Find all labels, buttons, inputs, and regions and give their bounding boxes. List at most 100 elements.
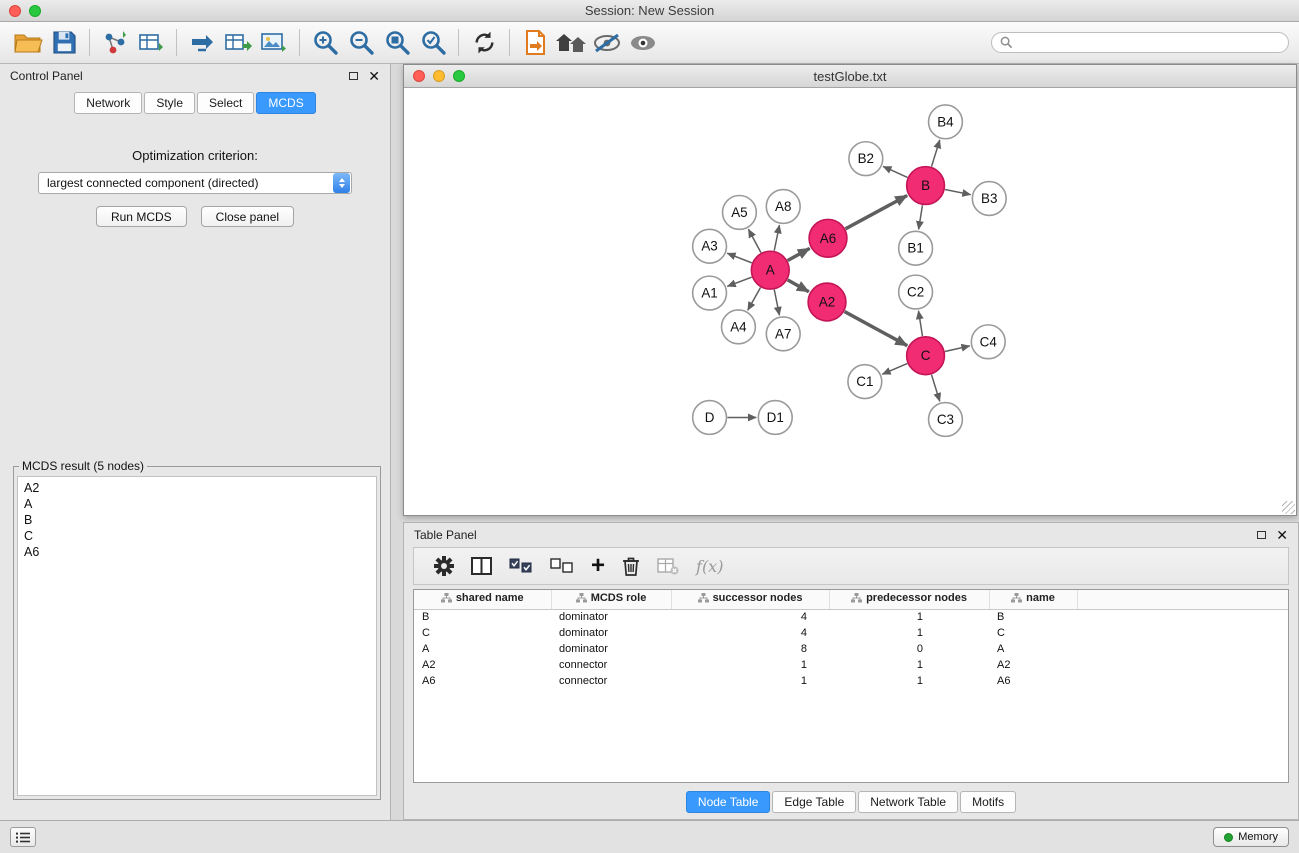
table-cell[interactable]: connector: [551, 657, 671, 673]
table-cell[interactable]: A2: [414, 657, 551, 673]
tab-mcds[interactable]: MCDS: [256, 92, 315, 114]
export-network-icon[interactable]: [184, 27, 220, 59]
graph-node-B2[interactable]: B2: [849, 142, 883, 176]
select-all-rows-icon[interactable]: [509, 552, 533, 580]
tab-network-table[interactable]: Network Table: [858, 791, 958, 813]
table-cell[interactable]: C: [989, 625, 1077, 641]
import-table-icon[interactable]: [133, 27, 169, 59]
graph-node-B[interactable]: B: [907, 167, 945, 205]
graph-edge-C-C2[interactable]: [918, 311, 922, 336]
tab-motifs[interactable]: Motifs: [960, 791, 1016, 813]
table-cell[interactable]: 1: [829, 673, 989, 689]
table-row[interactable]: A2connector11A2: [414, 657, 1288, 673]
graph-node-B3[interactable]: B3: [972, 182, 1006, 216]
table-cell[interactable]: 0: [829, 641, 989, 657]
mcds-result-item[interactable]: A: [24, 496, 370, 512]
delete-column-icon[interactable]: [622, 552, 640, 580]
network-canvas[interactable]: B4B2BB3A5A8A6B1A3AC2A1A2A4A7C4CC1C3DD1: [405, 89, 1295, 514]
graph-edge-A-A3[interactable]: [727, 253, 752, 263]
tab-network[interactable]: Network: [74, 92, 142, 114]
graph-edge-C-C3[interactable]: [932, 375, 940, 402]
node-table-container[interactable]: shared nameMCDS rolesuccessor nodesprede…: [413, 589, 1289, 783]
table-cell[interactable]: B: [414, 609, 551, 625]
table-row[interactable]: Adominator80A: [414, 641, 1288, 657]
search-box[interactable]: [991, 32, 1289, 53]
graph-edge-B-B3[interactable]: [945, 190, 971, 195]
table-cell[interactable]: 1: [829, 657, 989, 673]
tab-style[interactable]: Style: [144, 92, 195, 114]
column-header-mcds-role[interactable]: MCDS role: [551, 590, 671, 609]
graph-node-C[interactable]: C: [907, 337, 945, 375]
graph-edge-A-A5[interactable]: [748, 229, 761, 252]
mcds-result-item[interactable]: B: [24, 512, 370, 528]
graph-edge-A-A7[interactable]: [774, 290, 779, 316]
float-table-panel-icon[interactable]: [1257, 531, 1266, 539]
graph-node-A[interactable]: A: [751, 251, 789, 289]
graph-node-B1[interactable]: B1: [899, 231, 933, 265]
graph-node-A5[interactable]: A5: [723, 195, 757, 229]
zoom-in-icon[interactable]: [307, 27, 343, 59]
graph-edge-C-C4[interactable]: [945, 346, 970, 352]
import-network-icon[interactable]: [97, 27, 133, 59]
table-cell[interactable]: 1: [671, 673, 829, 689]
graph-node-D[interactable]: D: [693, 401, 727, 435]
graph-node-A7[interactable]: A7: [766, 317, 800, 351]
mcds-result-item[interactable]: A2: [24, 480, 370, 496]
network-graph[interactable]: B4B2BB3A5A8A6B1A3AC2A1A2A4A7C4CC1C3DD1: [405, 89, 1295, 514]
mcds-result-item[interactable]: C: [24, 528, 370, 544]
zoom-selected-icon[interactable]: [415, 27, 451, 59]
open-file-icon[interactable]: [10, 27, 46, 59]
table-row[interactable]: Cdominator41C: [414, 625, 1288, 641]
close-panel-icon[interactable]: ✕: [368, 69, 380, 83]
table-cell[interactable]: 1: [829, 609, 989, 625]
column-header-successor-nodes[interactable]: successor nodes: [671, 590, 829, 609]
zoom-out-icon[interactable]: [343, 27, 379, 59]
graph-edge-B-B1[interactable]: [919, 205, 923, 229]
close-panel-button[interactable]: Close panel: [201, 206, 294, 227]
hide-selected-icon[interactable]: [589, 27, 625, 59]
table-cell[interactable]: dominator: [551, 625, 671, 641]
column-header-name[interactable]: name: [989, 590, 1077, 609]
graph-edge-A-A4[interactable]: [748, 287, 761, 310]
graph-edge-A-A8[interactable]: [774, 225, 779, 251]
deselect-all-rows-icon[interactable]: [550, 552, 574, 580]
graph-node-A8[interactable]: A8: [766, 190, 800, 224]
network-window-titlebar[interactable]: testGlobe.txt: [404, 65, 1296, 88]
graph-edge-A2-C[interactable]: [845, 312, 908, 346]
table-row[interactable]: Bdominator41B: [414, 609, 1288, 625]
first-neighbors-icon[interactable]: [553, 27, 589, 59]
graph-edge-B-B4[interactable]: [932, 140, 940, 167]
table-cell[interactable]: connector: [551, 673, 671, 689]
open-session-file-icon[interactable]: [517, 27, 553, 59]
zoom-fit-icon[interactable]: [379, 27, 415, 59]
resize-grip-icon[interactable]: [1282, 501, 1295, 514]
export-table-icon[interactable]: [220, 27, 256, 59]
graph-node-C2[interactable]: C2: [899, 275, 933, 309]
table-cell[interactable]: dominator: [551, 609, 671, 625]
graph-node-D1[interactable]: D1: [758, 401, 792, 435]
search-input[interactable]: [1018, 36, 1280, 50]
run-mcds-button[interactable]: Run MCDS: [96, 206, 187, 227]
table-row[interactable]: A6connector11A6: [414, 673, 1288, 689]
graph-node-A3[interactable]: A3: [693, 229, 727, 263]
graph-node-A6[interactable]: A6: [809, 219, 847, 257]
graph-node-B4[interactable]: B4: [929, 105, 963, 139]
table-cell[interactable]: A2: [989, 657, 1077, 673]
close-table-panel-icon[interactable]: ✕: [1276, 528, 1288, 542]
tab-edge-table[interactable]: Edge Table: [772, 791, 856, 813]
table-cell[interactable]: 8: [671, 641, 829, 657]
criterion-dropdown[interactable]: largest connected component (directed): [38, 172, 352, 194]
show-columns-icon[interactable]: [471, 552, 492, 580]
tab-select[interactable]: Select: [197, 92, 254, 114]
graph-edge-A-A2[interactable]: [788, 280, 809, 292]
graph-edge-A-A6[interactable]: [788, 248, 810, 260]
node-table[interactable]: shared nameMCDS rolesuccessor nodesprede…: [414, 590, 1288, 689]
mcds-result-item[interactable]: A6: [24, 544, 370, 560]
table-cell[interactable]: dominator: [551, 641, 671, 657]
graph-edge-A6-B[interactable]: [846, 195, 908, 228]
graph-node-A1[interactable]: A1: [693, 276, 727, 310]
table-cell[interactable]: A: [414, 641, 551, 657]
table-cell[interactable]: A6: [989, 673, 1077, 689]
table-cell[interactable]: 4: [671, 625, 829, 641]
table-cell[interactable]: 4: [671, 609, 829, 625]
